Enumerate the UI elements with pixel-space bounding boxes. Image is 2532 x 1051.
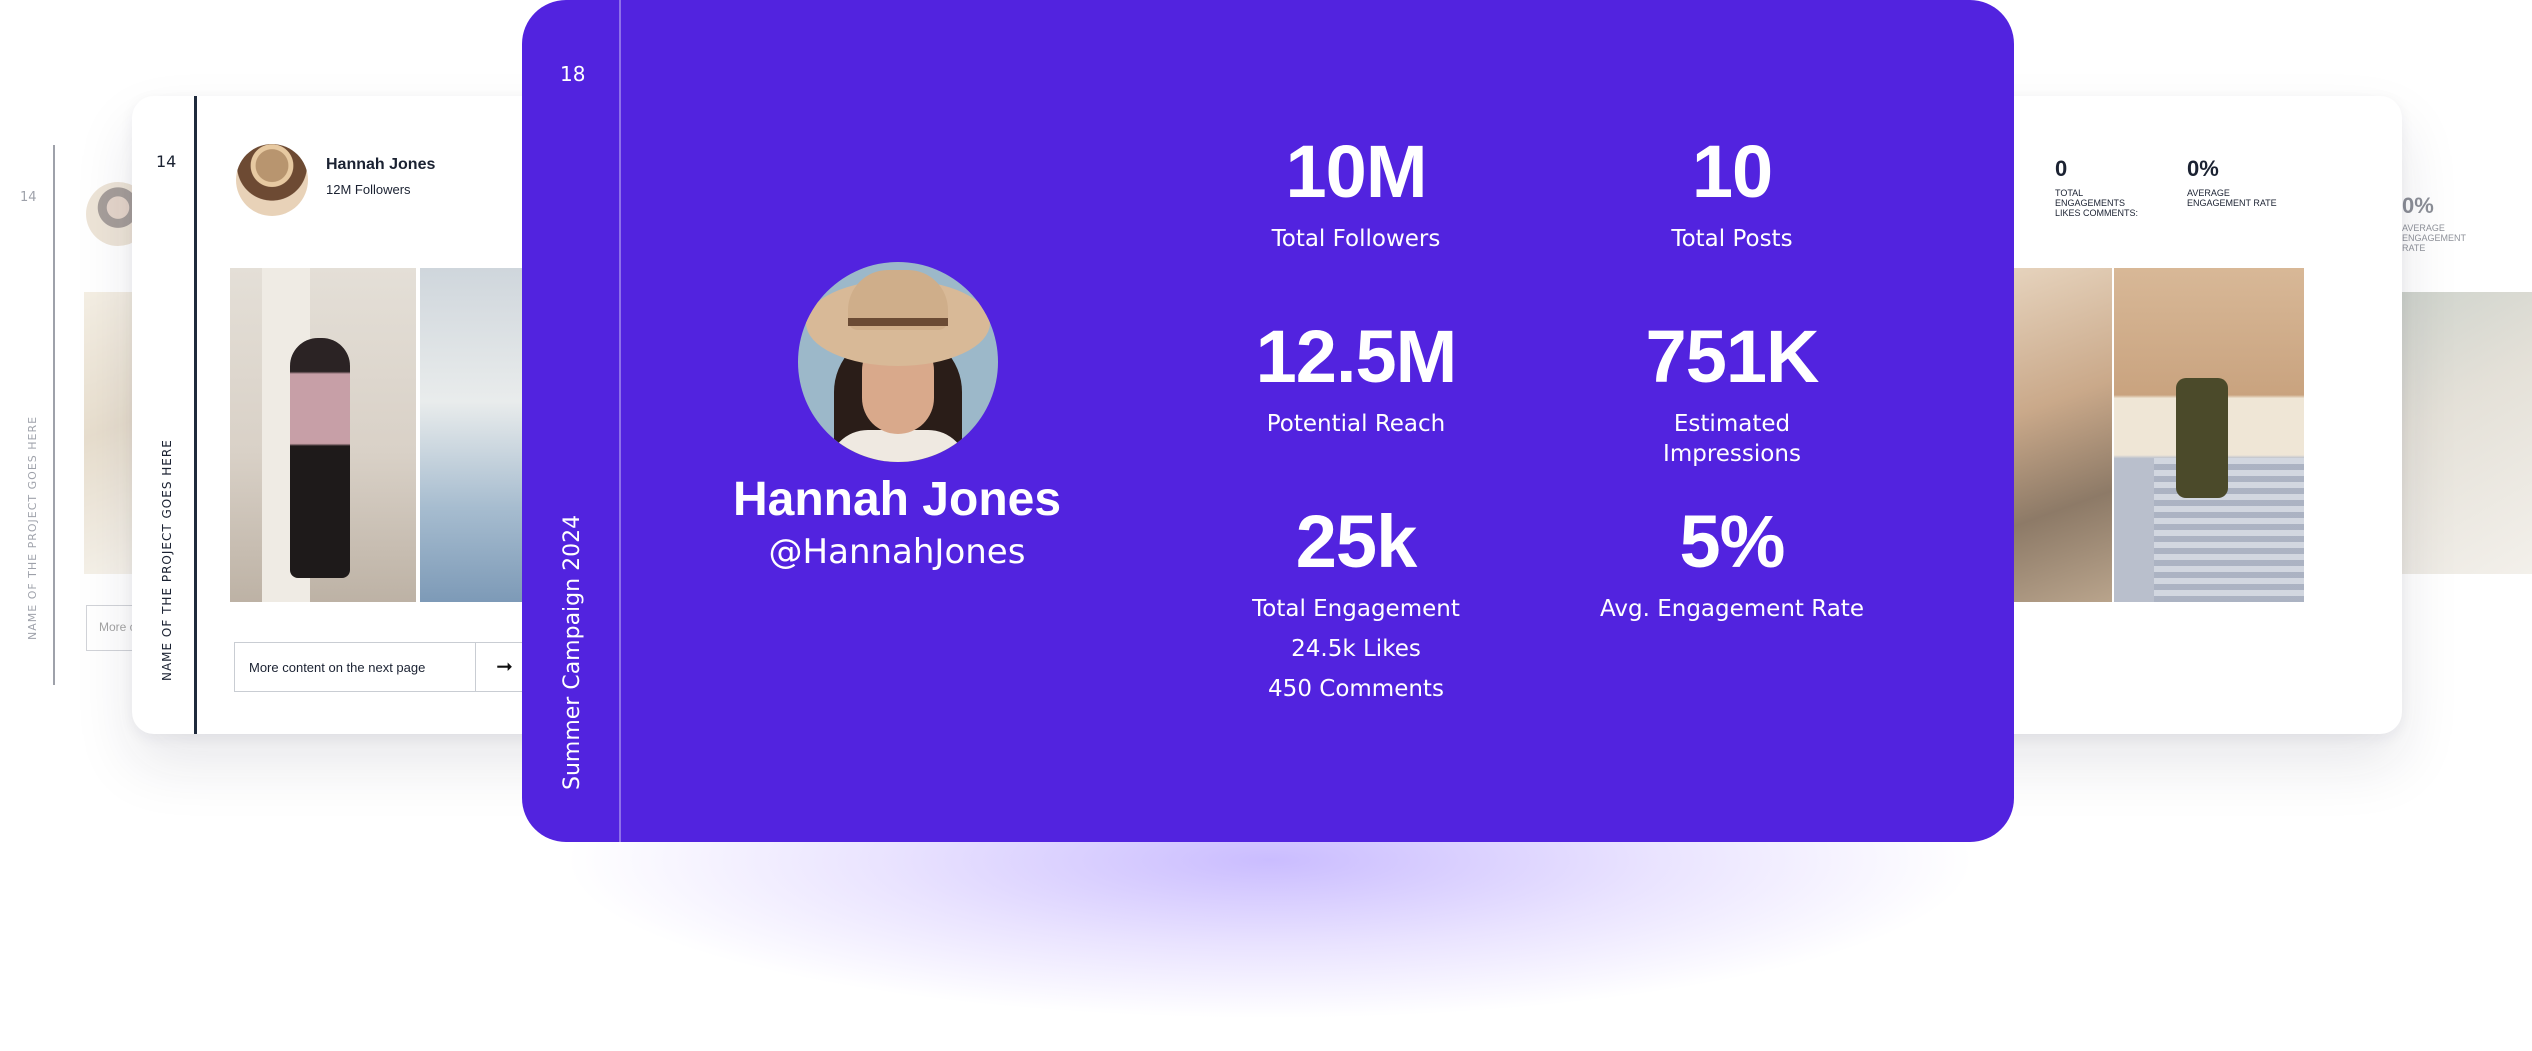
estimated-impressions-stat: 751K Estimated Impressions — [1562, 317, 1902, 469]
stat-label: Avg. Engagement Rate — [1600, 596, 1864, 622]
content-photo — [2400, 292, 2532, 574]
stat-label: Total Followers — [1271, 226, 1441, 252]
total-posts-stat: 10 Total Posts — [1562, 132, 1902, 254]
comments-count: 450 Comments — [1268, 676, 1444, 702]
divider-line — [619, 0, 621, 842]
stat-label: AVERAGE ENGAGEMENT RATE — [2187, 188, 2277, 208]
avg-engagement-value: 0% — [2402, 193, 2434, 218]
stat-value: 10M — [1285, 130, 1428, 213]
total-engagement-stat: 25k Total Engagement 24.5k Likes 450 Com… — [1186, 502, 1526, 704]
stat-value: 5% — [1679, 500, 1786, 583]
content-photo-1 — [230, 268, 416, 602]
stat-label: Total Engagement — [1252, 596, 1460, 622]
profile-name: Hannah Jones — [326, 156, 436, 173]
page-number: 14 — [156, 152, 177, 171]
stat-label: Estimated Impressions — [1663, 411, 1801, 467]
potential-reach-stat: 12.5M Potential Reach — [1186, 317, 1526, 439]
stat-value: 0 — [2055, 156, 2068, 181]
total-engagements-stat: 0 TOTAL ENGAGEMENTS LIKES COMMENTS: — [2055, 156, 2145, 218]
likes-count: 24.5k Likes — [1291, 636, 1421, 662]
content-photo-3 — [2012, 268, 2112, 602]
avg-engagement-rate-stat: 5% Avg. Engagement Rate — [1562, 502, 1902, 624]
stat-label: Total Posts — [1671, 226, 1793, 252]
avg-engagement-stat: 0% AVERAGE ENGAGEMENT RATE — [2187, 156, 2277, 208]
total-followers-stat: 10M Total Followers — [1186, 132, 1526, 254]
profile-handle: @HannahJones — [768, 532, 1026, 572]
photo-bag — [2176, 378, 2228, 498]
divider-line — [53, 145, 55, 685]
stat-label: Potential Reach — [1266, 411, 1446, 437]
campaign-title: Summer Campaign 2024 — [560, 514, 585, 790]
avg-engagement-label: AVERAGE ENGAGEMENT RATE — [2402, 223, 2466, 253]
stat-value: 12.5M — [1255, 315, 1458, 398]
stat-value: 25k — [1295, 500, 1417, 583]
stat-label: TOTAL ENGAGEMENTS LIKES COMMENTS: — [2055, 188, 2139, 218]
page-number: 14 — [20, 190, 37, 205]
profile-photo — [798, 262, 998, 462]
project-name: NAME OF THE PROJECT GOES HERE — [160, 439, 174, 681]
content-photo-4 — [2114, 268, 2304, 602]
avatar — [236, 144, 308, 216]
more-content-button[interactable]: More content on the next page — [234, 642, 476, 692]
photo-figure — [290, 338, 350, 578]
back-slide-right: 0% AVERAGE ENGAGEMENT RATE — [2380, 130, 2532, 600]
project-name: NAME OF THE PROJECT GOES HERE — [26, 415, 39, 640]
photo-top — [828, 430, 968, 462]
stat-value: 0% — [2187, 156, 2219, 181]
page-number: 18 — [560, 62, 586, 86]
stat-value: 751K — [1645, 315, 1820, 398]
profile-name: Hannah Jones — [732, 473, 1062, 526]
stat-value: 10 — [1691, 130, 1773, 213]
divider-line — [194, 96, 197, 734]
front-slide: 18 Summer Campaign 2024 Hannah Jones @Ha… — [522, 0, 2014, 842]
photo-hat-band — [848, 318, 948, 326]
followers-count: 12M Followers — [326, 182, 411, 197]
